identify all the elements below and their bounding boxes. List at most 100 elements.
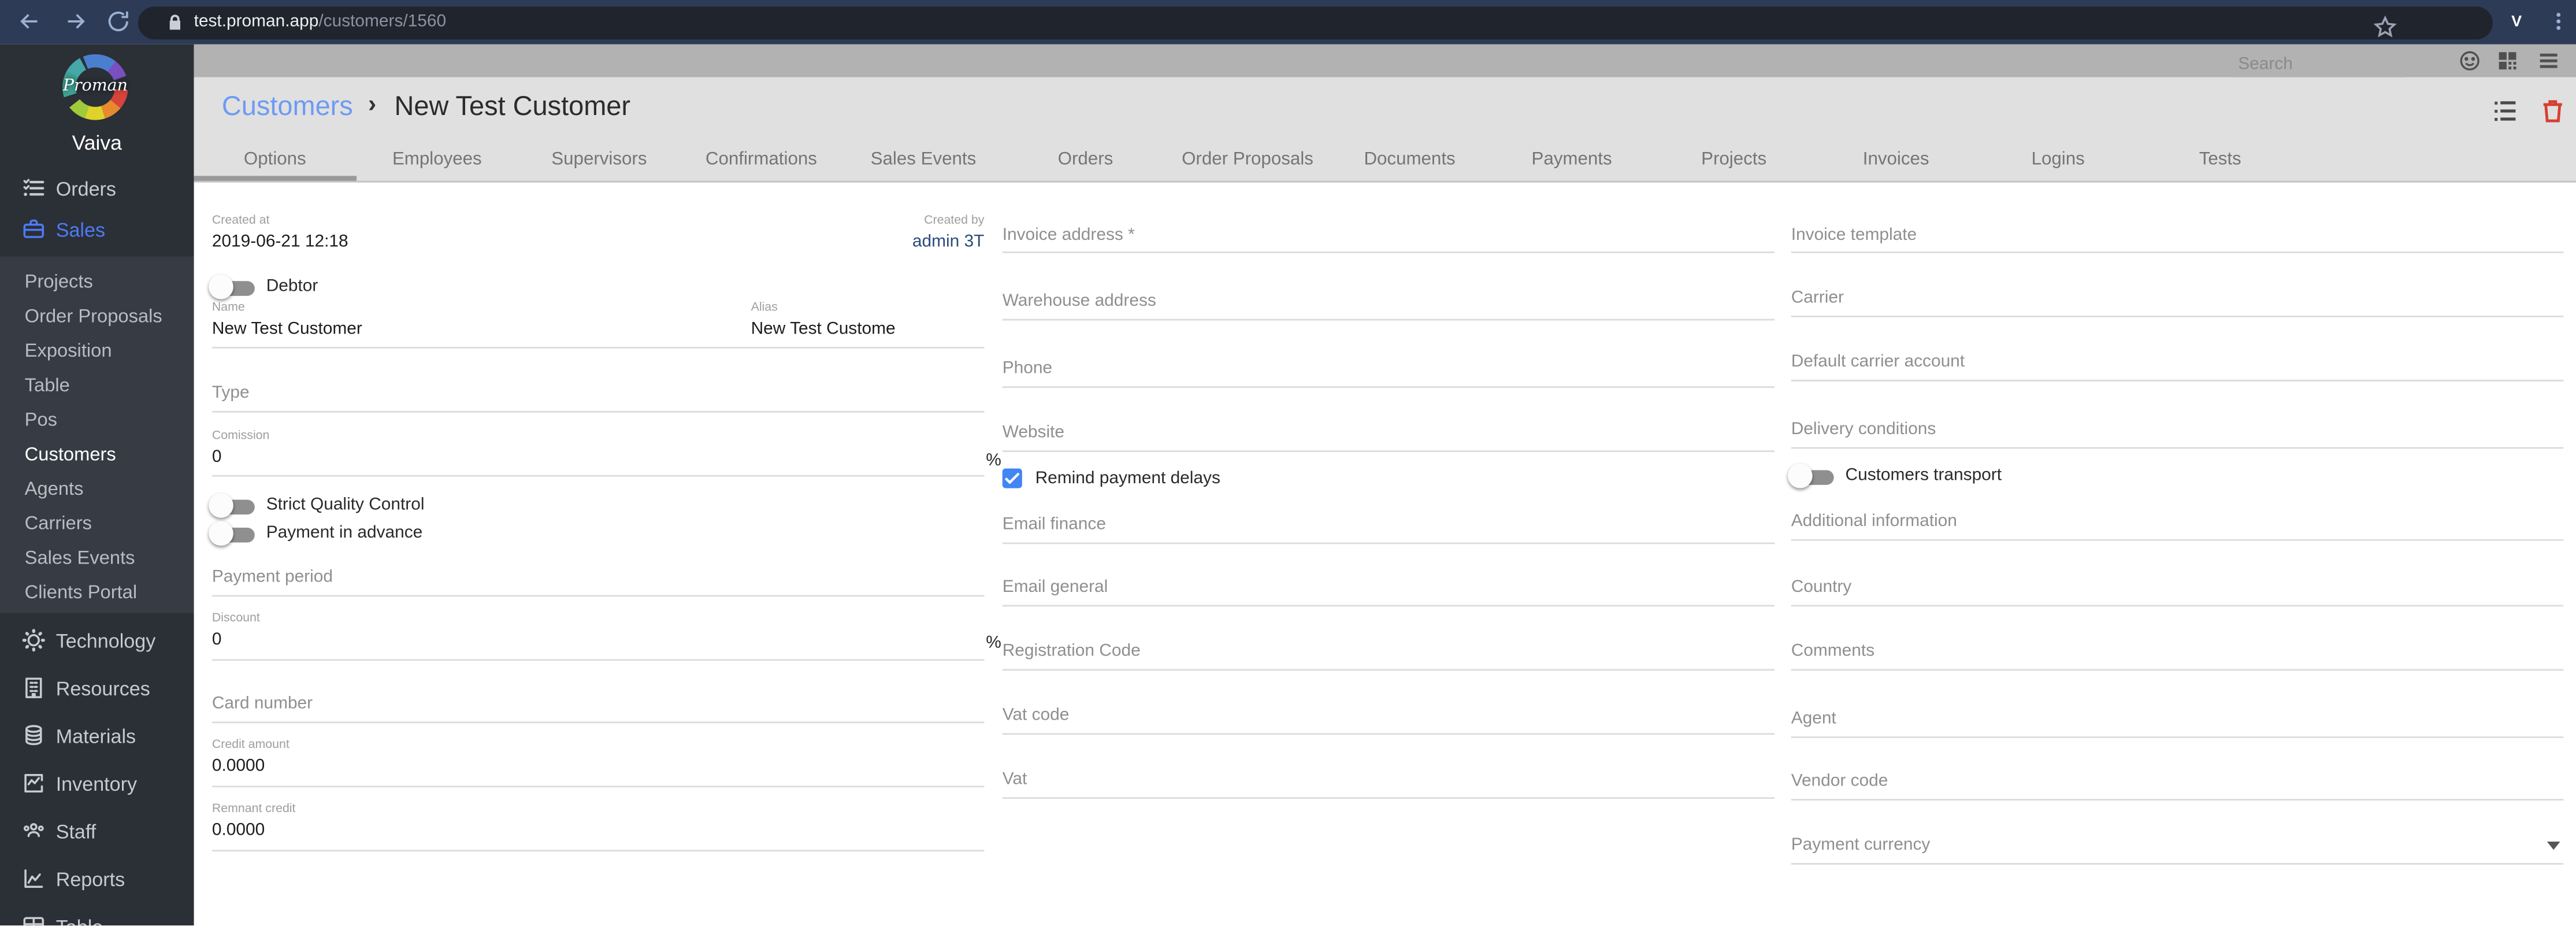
customers-transport-toggle[interactable]: Customers transport bbox=[1788, 463, 2564, 490]
sidebar-item-sales[interactable]: Sales bbox=[0, 214, 194, 247]
building-icon bbox=[21, 676, 46, 701]
tab-supervisors[interactable]: Supervisors bbox=[518, 150, 681, 170]
comission-value[interactable]: 0 bbox=[212, 447, 985, 467]
remnant-credit-value[interactable]: 0.0000 bbox=[212, 820, 985, 840]
carrier-underline bbox=[1791, 316, 2564, 317]
sidebar-item-materials[interactable]: Materials bbox=[0, 720, 194, 753]
submenu-item-sales-events[interactable]: Sales Events bbox=[25, 549, 189, 569]
payment-in-advance-toggle[interactable]: Payment in advance bbox=[209, 521, 985, 547]
submenu-item-pos[interactable]: Pos bbox=[25, 411, 189, 431]
hamburger-menu-icon[interactable] bbox=[2537, 49, 2560, 72]
kebab-menu-icon[interactable] bbox=[2545, 8, 2572, 35]
sidebar-item-table[interactable]: Table bbox=[0, 910, 194, 926]
invoice-template-field[interactable]: Invoice template bbox=[1791, 225, 2564, 245]
comments-field[interactable]: Comments bbox=[1791, 641, 2564, 661]
vat-code-field[interactable]: Vat code bbox=[1003, 705, 1775, 725]
alias-value[interactable]: New Test Custome bbox=[751, 319, 896, 339]
address-bar[interactable] bbox=[138, 5, 2493, 39]
sidebar-item-technology[interactable]: Technology bbox=[0, 625, 194, 658]
type-field[interactable]: Type bbox=[212, 383, 985, 403]
sidebar-item-reports[interactable]: Reports bbox=[0, 863, 194, 896]
email-general-underline bbox=[1002, 605, 1775, 607]
carrier-field[interactable]: Carrier bbox=[1791, 288, 2564, 308]
tab-payments[interactable]: Payments bbox=[1491, 150, 1653, 170]
created-by-link[interactable]: admin 3T bbox=[212, 232, 985, 251]
strict-quality-control-toggle[interactable]: Strict Quality Control bbox=[209, 493, 985, 520]
invoice-address-field[interactable]: Invoice address * bbox=[1003, 225, 1775, 245]
vat-field[interactable]: Vat bbox=[1003, 769, 1775, 789]
warehouse-address-underline bbox=[1002, 318, 1775, 321]
sidebar-item-label: Table bbox=[56, 916, 103, 926]
browser-chrome: test.proman.app/customers/1560 V bbox=[0, 0, 2576, 45]
submenu-item-carriers[interactable]: Carriers bbox=[25, 514, 189, 534]
submenu-item-customers[interactable]: Customers bbox=[25, 446, 189, 465]
tab-orders[interactable]: Orders bbox=[1004, 150, 1167, 170]
tab-documents[interactable]: Documents bbox=[1328, 150, 1491, 170]
country-underline bbox=[1791, 605, 2564, 607]
tab-projects[interactable]: Projects bbox=[1653, 150, 1815, 170]
website-field[interactable]: Website bbox=[1003, 423, 1775, 442]
submenu-item-agents[interactable]: Agents bbox=[25, 480, 189, 499]
tab-sales-events[interactable]: Sales Events bbox=[842, 150, 1005, 170]
back-arrow-icon[interactable] bbox=[16, 8, 43, 35]
submenu-item-projects[interactable]: Projects bbox=[25, 273, 189, 292]
active-tab-indicator bbox=[194, 176, 357, 181]
search-input[interactable] bbox=[2234, 49, 2404, 79]
agent-field[interactable]: Agent bbox=[1791, 709, 2564, 728]
submenu-item-clients-portal[interactable]: Clients Portal bbox=[25, 584, 189, 603]
country-field[interactable]: Country bbox=[1791, 577, 2564, 597]
tab-tests[interactable]: Tests bbox=[2139, 150, 2302, 170]
bookmark-star-icon[interactable] bbox=[2373, 14, 2397, 39]
email-finance-field[interactable]: Email finance bbox=[1003, 514, 1775, 534]
phone-field[interactable]: Phone bbox=[1003, 358, 1775, 378]
tab-confirmations[interactable]: Confirmations bbox=[680, 150, 842, 170]
warehouse-address-field[interactable]: Warehouse address bbox=[1003, 291, 1775, 310]
submenu-item-order-proposals[interactable]: Order Proposals bbox=[25, 308, 189, 327]
remind-payment-delays-checkbox[interactable]: Remind payment delays bbox=[1002, 468, 1775, 491]
email-finance-underline bbox=[1002, 542, 1775, 545]
vendor-code-field[interactable]: Vendor code bbox=[1791, 771, 2564, 791]
payment-currency-select[interactable]: Payment currency bbox=[1791, 835, 2564, 855]
sidebar-item-label: Staff bbox=[55, 820, 96, 843]
page-title: New Test Customer bbox=[394, 92, 631, 123]
toggle-label: Customers transport bbox=[1845, 465, 2002, 485]
tab-options[interactable]: Options bbox=[194, 150, 357, 170]
payment-period-field[interactable]: Payment period bbox=[212, 567, 985, 587]
debtor-toggle[interactable]: Debtor bbox=[209, 274, 985, 301]
tab-logins[interactable]: Logins bbox=[1977, 150, 2139, 170]
list-icon[interactable] bbox=[2491, 98, 2519, 125]
email-general-field[interactable]: Email general bbox=[1003, 577, 1775, 597]
submenu-item-exposition[interactable]: Exposition bbox=[25, 342, 189, 362]
sidebar-item-label: Materials bbox=[55, 725, 136, 748]
qr-code-icon[interactable] bbox=[2496, 49, 2519, 72]
registration-code-field[interactable]: Registration Code bbox=[1003, 641, 1775, 661]
card-number-field[interactable]: Card number bbox=[212, 694, 985, 713]
sidebar-item-inventory[interactable]: Inventory bbox=[0, 768, 194, 801]
additional-information-field[interactable]: Additional information bbox=[1791, 511, 2564, 531]
discount-label: Discount bbox=[211, 610, 260, 625]
trash-icon[interactable] bbox=[2539, 98, 2567, 125]
tab-employees[interactable]: Employees bbox=[356, 150, 518, 170]
forward-arrow-icon[interactable] bbox=[62, 8, 89, 35]
app-window: test.proman.app/customers/1560 V Proman … bbox=[0, 0, 2576, 926]
sidebar-item-resources[interactable]: Resources bbox=[0, 672, 194, 705]
name-underline bbox=[211, 347, 985, 349]
avatar[interactable]: V bbox=[2503, 8, 2530, 36]
smiley-icon[interactable] bbox=[2458, 49, 2481, 72]
sidebar-item-orders[interactable]: Orders bbox=[0, 173, 194, 206]
toggle-knob bbox=[209, 493, 233, 518]
comments-underline bbox=[1791, 669, 2564, 671]
website-underline bbox=[1002, 450, 1775, 453]
delivery-conditions-field[interactable]: Delivery conditions bbox=[1791, 419, 2564, 439]
default-carrier-account-field[interactable]: Default carrier account bbox=[1791, 352, 2564, 372]
discount-value[interactable]: 0 bbox=[212, 629, 985, 649]
credit-amount-value[interactable]: 0.0000 bbox=[212, 756, 985, 776]
payment-period-underline bbox=[211, 595, 985, 597]
tab-order-proposals[interactable]: Order Proposals bbox=[1167, 150, 1329, 170]
breadcrumb-parent-link[interactable]: Customers bbox=[222, 92, 353, 124]
tab-invoices[interactable]: Invoices bbox=[1815, 150, 1977, 170]
submenu-item-table[interactable]: Table bbox=[25, 376, 189, 396]
sidebar-item-staff[interactable]: Staff bbox=[0, 816, 194, 849]
alias-label: Alias bbox=[751, 299, 778, 314]
reload-icon[interactable] bbox=[105, 8, 132, 35]
